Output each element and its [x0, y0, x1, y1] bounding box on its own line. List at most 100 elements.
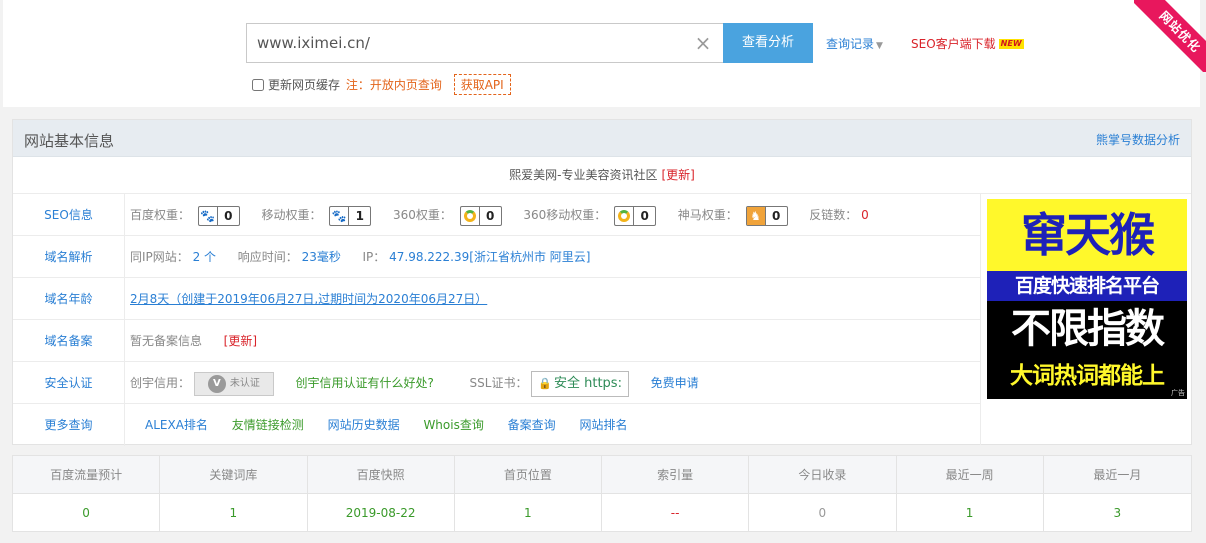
credit-label: 创宇信用： — [130, 376, 191, 390]
backlinks-value[interactable]: 0 — [861, 208, 869, 222]
ip-value[interactable]: 47.98.222.39[浙江省杭州市 阿里云] — [389, 250, 590, 264]
site-title-update-link[interactable]: [更新] — [661, 168, 694, 182]
seo-row: SEO信息 百度权重： 🐾 0 移动权重： 🐾 1 360权重： 0 360移动权重… — [13, 194, 980, 236]
more-queries-links: ALEXA排名 友情链接检测 网站历史数据 Whois查询 备案查询 网站排名 — [145, 404, 648, 446]
stats-value-baidu-traffic[interactable]: 0 — [13, 494, 161, 532]
more-link-icp[interactable]: 备案查询 — [508, 418, 556, 432]
get-api-button[interactable]: 获取API — [453, 74, 511, 95]
stats-header: 百度流量预计 — [13, 456, 161, 494]
mobile-weight-badge[interactable]: 🐾 1 — [329, 205, 372, 226]
ribbon-ring-icon: 撷 — [1184, 5, 1203, 24]
security-label[interactable]: 安全认证 — [13, 362, 125, 404]
stats-header: 百度快照 — [307, 456, 455, 494]
query-history-dropdown[interactable]: 查询记录 ▼ — [826, 35, 883, 52]
dns-values: 同IP网站： 2 个 响应时间： 23毫秒 IP： 47.98.222.39[浙… — [130, 236, 590, 278]
mobile-weight-value: 1 — [348, 206, 370, 225]
new-badge: NEW — [998, 39, 1024, 49]
ad-line-1: 窜天猴 — [987, 199, 1187, 271]
more-link-friendlinks[interactable]: 友情链接检测 — [232, 418, 304, 432]
more-link-rank[interactable]: 网站排名 — [580, 418, 628, 432]
analyze-button[interactable]: 查看分析 — [723, 23, 813, 63]
ssl-free-apply-link[interactable]: 免费申请 — [651, 376, 699, 390]
stats-header: 索引量 — [602, 456, 750, 494]
360-mobile-weight-badge[interactable]: 0 — [614, 205, 657, 226]
baidu-paw-icon: 🐾 — [200, 208, 216, 223]
more-link-whois[interactable]: Whois查询 — [423, 418, 483, 432]
ssl-label: SSL证书： — [469, 376, 528, 390]
ad-line-2: 百度快速排名平台 — [987, 271, 1187, 301]
icp-label[interactable]: 域名备案 — [13, 320, 125, 362]
baidu-weight-value: 0 — [216, 206, 239, 225]
shenma-weight-value: 0 — [764, 206, 787, 225]
security-values: 创宇信用： V 未认证 创宇信用认证有什么好处? SSL证书： 🔒 安全 https… — [130, 362, 699, 404]
stats-table: 百度流量预计 关键词库 百度快照 首页位置 索引量 今日收录 最近一周 最近一月… — [12, 455, 1192, 532]
ip-label: IP： — [362, 250, 386, 264]
stats-value-snapshot[interactable]: 2019-08-22 — [308, 494, 455, 532]
shenma-weight-badge[interactable]: ♞ 0 — [745, 205, 788, 226]
seo-client-download-label: SEO客户端下载 — [911, 37, 996, 51]
360-weight-label: 360权重： — [393, 208, 452, 222]
query-history-label: 查询记录 — [826, 37, 875, 51]
stats-header: 今日收录 — [749, 456, 897, 494]
mobile-weight-label: 移动权重： — [261, 208, 322, 222]
ad-line-3: 不限指数 — [987, 301, 1187, 357]
certificate-v-icon: V — [207, 374, 226, 393]
icp-row: 域名备案 暂无备案信息 [更新] — [13, 320, 980, 362]
uncertified-badge[interactable]: V 未认证 — [193, 371, 274, 396]
corner-ribbon[interactable]: 网站优化 撷 — [1134, 0, 1206, 72]
360-weight-badge[interactable]: 0 — [459, 205, 502, 226]
same-ip-value[interactable]: 2 个 — [193, 250, 216, 264]
stats-grid: 百度流量预计 关键词库 百度快照 首页位置 索引量 今日收录 最近一周 最近一月… — [13, 456, 1191, 532]
360-mobile-icon — [618, 209, 631, 222]
uncertified-text: 未认证 — [229, 377, 260, 389]
site-title: 熙爱美网-专业美容资讯社区 — [509, 168, 658, 182]
dns-label[interactable]: 域名解析 — [13, 236, 125, 278]
domain-age-label[interactable]: 域名年龄 — [13, 278, 125, 320]
stats-value-week[interactable]: 1 — [897, 494, 1044, 532]
more-queries-row: 更多查询 ALEXA排名 友情链接检测 网站历史数据 Whois查询 备案查询 … — [13, 404, 980, 446]
more-queries-label[interactable]: 更多查询 — [13, 404, 125, 446]
xiongzhang-analysis-link[interactable]: 熊掌号数据分析 — [1096, 131, 1180, 148]
refresh-cache-checkbox[interactable] — [252, 79, 264, 91]
ssl-https-badge[interactable]: 🔒 安全 https: — [531, 370, 629, 397]
domain-age-values: 2月8天（创建于2019年06月27日,过期时间为2020年06月27日） — [130, 278, 487, 320]
site-title-row: 熙爱美网-专业美容资讯社区 [更新] — [13, 157, 1191, 194]
seo-client-download-link[interactable]: SEO客户端下载 NEW — [911, 35, 1024, 52]
seo-values: 百度权重： 🐾 0 移动权重： 🐾 1 360权重： 0 360移动权重： 0 神马… — [130, 194, 869, 236]
search-box[interactable]: × — [246, 23, 724, 63]
panel-header: 网站基本信息 熊掌号数据分析 — [13, 120, 1191, 157]
more-link-history[interactable]: 网站历史数据 — [328, 418, 400, 432]
inner-page-note: 注：开放内页查询 — [345, 78, 442, 92]
stats-value-homepage-pos[interactable]: 1 — [455, 494, 602, 532]
dns-row: 域名解析 同IP网站： 2 个 响应时间： 23毫秒 IP： 47.98.222… — [13, 236, 980, 278]
icp-value: 暂无备案信息 — [130, 334, 203, 348]
info-table: SEO信息 百度权重： 🐾 0 移动权重： 🐾 1 360权重： 0 360移动权重… — [13, 194, 980, 446]
close-icon[interactable]: × — [693, 33, 713, 53]
ad-banner[interactable]: 窜天猴 百度快速排名平台 不限指数 大词热词都能上 广告 — [987, 199, 1187, 399]
caret-down-icon: ▼ — [876, 41, 883, 51]
stats-value-today[interactable]: 0 — [749, 494, 897, 532]
icp-update-link[interactable]: [更新] — [224, 334, 257, 348]
panel-title: 网站基本信息 — [24, 132, 115, 150]
stats-value-month[interactable]: 3 — [1044, 494, 1191, 532]
ad-line-4: 大词热词都能上 — [987, 357, 1187, 399]
more-link-alexa[interactable]: ALEXA排名 — [145, 418, 208, 432]
domain-age-row: 域名年龄 2月8天（创建于2019年06月27日,过期时间为2020年06月27… — [13, 278, 980, 320]
search-input[interactable] — [257, 24, 677, 62]
refresh-cache-label: 更新网页缓存 — [268, 78, 341, 92]
stats-value-index[interactable]: -- — [602, 494, 750, 532]
refresh-row: 更新网页缓存 注：开放内页查询 获取API — [252, 74, 511, 95]
ad-container: 窜天猴 百度快速排名平台 不限指数 大词热词都能上 广告 — [980, 194, 1191, 445]
360-mobile-weight-value: 0 — [633, 206, 655, 225]
site-info-panel: 网站基本信息 熊掌号数据分析 熙爱美网-专业美容资讯社区 [更新] SEO信息 百… — [12, 119, 1192, 446]
domain-age-value[interactable]: 2月8天（创建于2019年06月27日,过期时间为2020年06月27日） — [130, 292, 487, 306]
credit-benefits-link[interactable]: 创宇信用认证有什么好处? — [296, 376, 434, 390]
baidu-mobile-paw-icon: 🐾 — [331, 208, 347, 223]
360-weight-value: 0 — [478, 206, 501, 225]
stats-header: 最近一周 — [896, 456, 1044, 494]
stats-header: 最近一月 — [1043, 456, 1191, 494]
ad-tag: 广告 — [1171, 389, 1185, 397]
stats-value-keywords[interactable]: 1 — [160, 494, 308, 532]
seo-info-label[interactable]: SEO信息 — [13, 194, 125, 236]
baidu-weight-badge[interactable]: 🐾 0 — [197, 205, 240, 226]
